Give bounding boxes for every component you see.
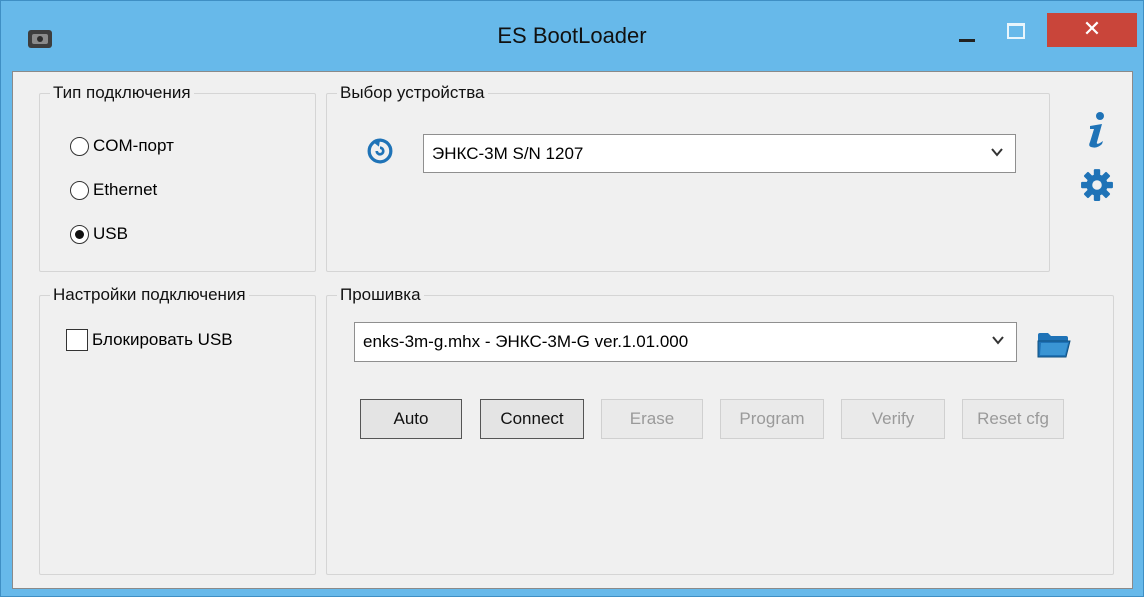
title-bar[interactable]: ES BootLoader ✕ bbox=[1, 1, 1143, 71]
radio-com-port[interactable]: COM-порт bbox=[70, 136, 174, 156]
program-button[interactable]: Program bbox=[720, 399, 824, 439]
connection-settings-label: Настройки подключения bbox=[50, 285, 249, 305]
firmware-label: Прошивка bbox=[337, 285, 424, 305]
radio-usb[interactable]: USB bbox=[70, 224, 128, 244]
radio-circle[interactable] bbox=[70, 180, 89, 200]
radio-ethernet[interactable]: Ethernet bbox=[70, 180, 157, 200]
close-icon: ✕ bbox=[1082, 16, 1102, 41]
maximize-button[interactable] bbox=[1003, 13, 1029, 47]
block-usb-checkbox-row[interactable]: Блокировать USB bbox=[66, 329, 233, 351]
firmware-combobox[interactable]: enks-3m-g.mhx - ЭНКС-3М-G ver.1.01.000 bbox=[354, 322, 1017, 362]
connection-settings-group: Настройки подключения Блокировать USB bbox=[39, 285, 316, 575]
verify-button[interactable]: Verify bbox=[841, 399, 945, 439]
chevron-down-icon[interactable] bbox=[990, 332, 1006, 348]
gear-icon[interactable] bbox=[1080, 168, 1114, 202]
device-combobox-value: ЭНКС-3М S/N 1207 bbox=[432, 143, 584, 163]
client-area: Тип подключения COM-порт Ethernet USB Вы… bbox=[12, 71, 1133, 589]
radio-label: Ethernet bbox=[93, 180, 158, 199]
app-window: ES BootLoader ✕ Тип подключения COM-порт… bbox=[0, 0, 1144, 597]
close-button[interactable]: ✕ bbox=[1047, 13, 1137, 47]
reset-cfg-button[interactable]: Reset cfg bbox=[962, 399, 1064, 439]
block-usb-checkbox[interactable] bbox=[66, 329, 88, 351]
minimize-button[interactable] bbox=[956, 13, 980, 47]
block-usb-label: Блокировать USB bbox=[92, 330, 233, 349]
radio-circle[interactable] bbox=[70, 136, 89, 156]
radio-circle-checked[interactable] bbox=[70, 224, 89, 244]
connection-type-group: Тип подключения COM-порт Ethernet USB bbox=[39, 83, 316, 272]
refresh-icon[interactable] bbox=[367, 138, 393, 164]
device-select-group: Выбор устройства ЭНКС-3М S/N 1207 bbox=[326, 83, 1050, 272]
connection-type-label: Тип подключения bbox=[50, 83, 194, 103]
chevron-down-icon[interactable] bbox=[989, 144, 1005, 160]
device-select-label: Выбор устройства bbox=[337, 83, 488, 103]
connect-button[interactable]: Connect bbox=[480, 399, 584, 439]
device-combobox[interactable]: ЭНКС-3М S/N 1207 bbox=[423, 134, 1016, 173]
firmware-combobox-value: enks-3m-g.mhx - ЭНКС-3М-G ver.1.01.000 bbox=[363, 332, 689, 351]
info-icon[interactable] bbox=[1085, 110, 1109, 150]
erase-button[interactable]: Erase bbox=[601, 399, 703, 439]
folder-open-icon[interactable] bbox=[1035, 331, 1073, 359]
auto-button[interactable]: Auto bbox=[360, 399, 462, 439]
radio-label: USB bbox=[93, 224, 128, 243]
radio-label: COM-порт bbox=[93, 136, 174, 155]
